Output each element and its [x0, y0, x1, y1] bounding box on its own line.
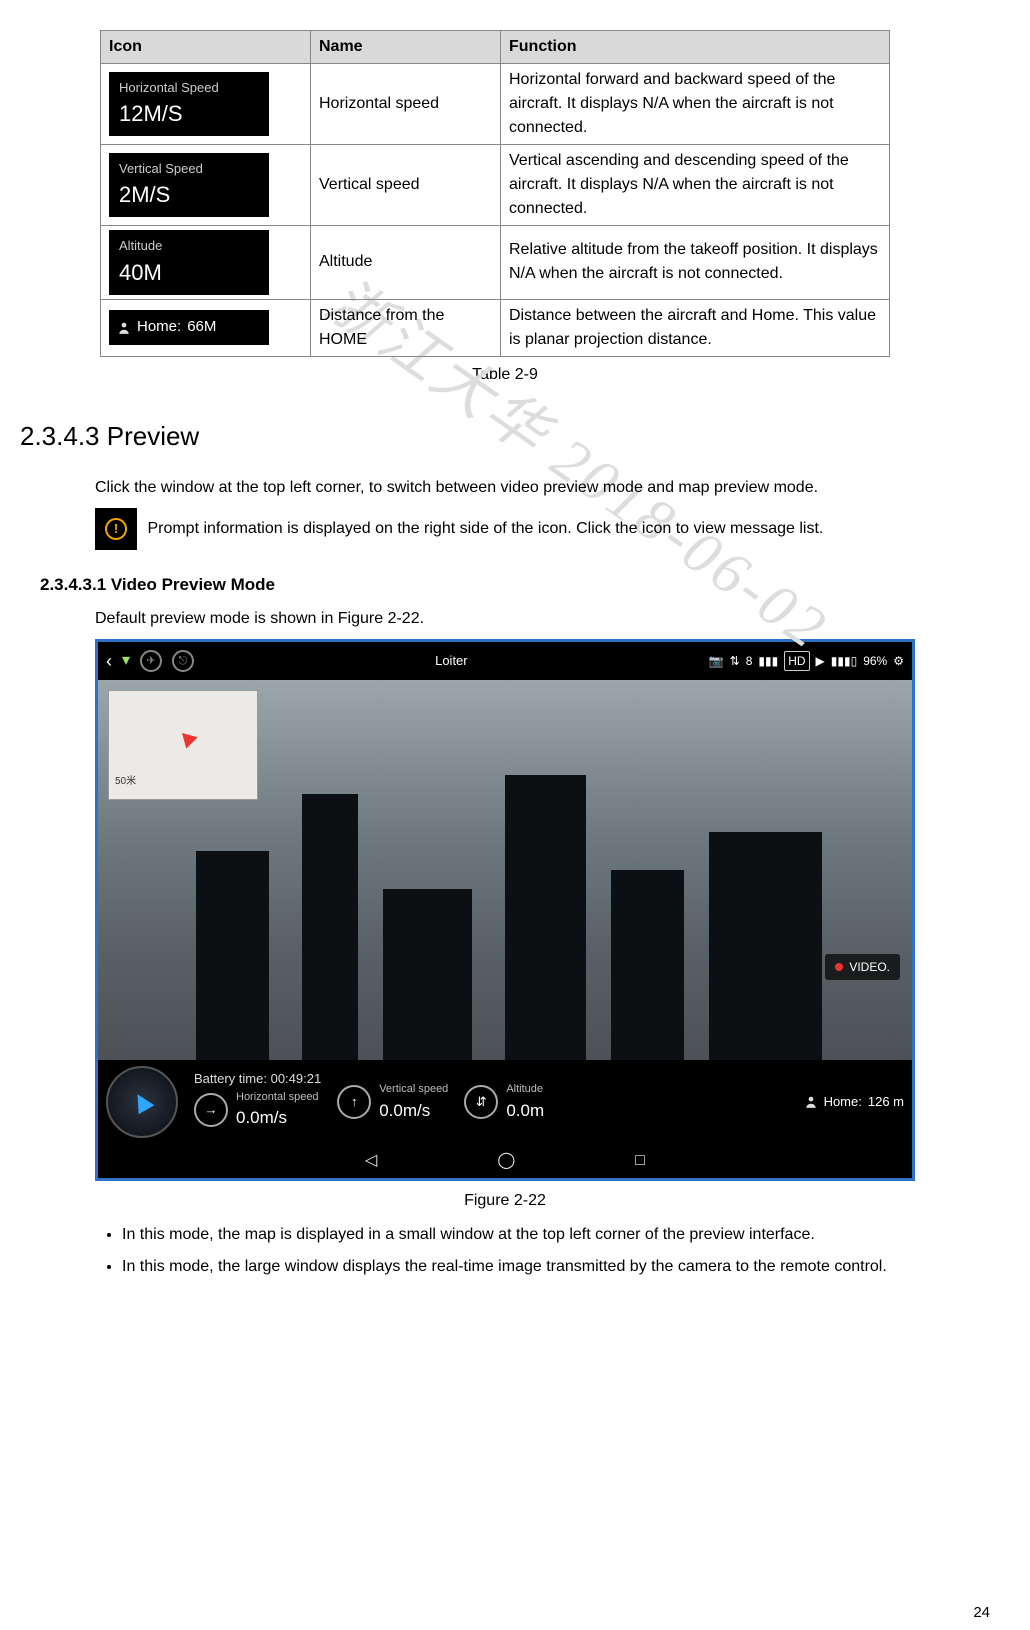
battery-percent: 96% — [863, 652, 887, 670]
list-item: In this mode, the map is displayed in a … — [122, 1223, 900, 1247]
drone-status-icon[interactable]: ✈ — [140, 650, 162, 672]
table-caption: Table 2-9 — [20, 363, 990, 387]
video-badge-label: VIDEO. — [849, 958, 890, 976]
flight-hud-bar: Battery time: 00:49:21 → Horizontal spee… — [98, 1060, 912, 1144]
vs-label: Vertical speed — [379, 1081, 448, 1098]
vs-ring-icon: ↑ — [337, 1085, 371, 1119]
header-function: Function — [501, 31, 890, 64]
table-row: Altitude 40M Altitude Relative altitude … — [101, 226, 890, 300]
satellite-count: 8 — [746, 652, 753, 670]
name-cell: Horizontal speed — [311, 64, 501, 145]
mini-map-window[interactable]: 50米 — [108, 690, 258, 800]
hud-home-distance: Home: 126 m — [804, 1092, 904, 1112]
list-item: In this mode, the large window displays … — [122, 1255, 900, 1279]
battery-icon: ▮▮▮▯ — [831, 652, 857, 670]
subsection-heading-video-preview: 2.3.4.3.1 Video Preview Mode — [40, 572, 990, 598]
icon-value: 66M — [187, 316, 216, 339]
name-cell: Vertical speed — [311, 145, 501, 226]
person-icon — [117, 321, 131, 335]
table-row: Home: 66M Distance from the HOME Distanc… — [101, 299, 890, 356]
android-navbar: ◁ ◯ □ — [98, 1144, 912, 1178]
video-recording-badge[interactable]: VIDEO. — [825, 954, 900, 980]
function-cell: Vertical ascending and descending speed … — [501, 145, 890, 226]
icon-value: 2M/S — [119, 178, 259, 211]
alt-value: 0.0m — [506, 1101, 544, 1120]
record-dot-icon — [835, 963, 843, 971]
icon-description-table: Icon Name Function Horizontal Speed 12M/… — [100, 30, 890, 357]
paragraph-prompt-info: Prompt information is displayed on the r… — [95, 508, 915, 550]
function-cell: Relative altitude from the takeoff posit… — [501, 226, 890, 300]
icon-cell: Horizontal Speed 12M/S — [101, 64, 311, 145]
home-label: Home: — [824, 1092, 862, 1112]
settings-icon[interactable]: ⚙ — [893, 652, 904, 670]
section-heading-preview: 2.3.4.3 Preview — [20, 417, 990, 456]
figure-2-22: ‹ ▾ ✈ ⎋ Loiter 📷 ⇅ 8 ▮▮▮ HD ▶ ▮▮▮▯ 96% ⚙… — [95, 639, 915, 1181]
video-preview-area[interactable]: 50米 VIDEO. — [98, 680, 912, 1060]
name-cell: Distance from the HOME — [311, 299, 501, 356]
icon-value: 12M/S — [119, 97, 259, 130]
nav-back-icon[interactable]: ◁ — [365, 1149, 377, 1173]
alt-ring-icon: ⇵ — [464, 1085, 498, 1119]
icon-cell: Altitude 40M — [101, 226, 311, 300]
bullet-list: In this mode, the map is displayed in a … — [100, 1223, 900, 1279]
hd-badge: HD — [784, 651, 809, 671]
icon-value: 40M — [119, 256, 259, 289]
horizontal-speed-icon: Horizontal Speed 12M/S — [109, 72, 269, 137]
app-topbar: ‹ ▾ ✈ ⎋ Loiter 📷 ⇅ 8 ▮▮▮ HD ▶ ▮▮▮▯ 96% ⚙ — [98, 642, 912, 680]
hs-ring-icon: → — [194, 1093, 228, 1127]
altitude-icon: Altitude 40M — [109, 230, 269, 295]
vertical-speed-icon: Vertical Speed 2M/S — [109, 153, 269, 218]
battery-time-value: 00:49:21 — [271, 1071, 322, 1086]
icon-cell: Home: 66M — [101, 299, 311, 356]
vs-value: 0.0m/s — [379, 1101, 430, 1120]
camera-icon[interactable]: 📷 — [709, 652, 724, 670]
hs-label: Horizontal speed — [236, 1089, 319, 1106]
signal-bars-icon: ▮▮▮ — [758, 652, 778, 670]
header-name: Name — [311, 31, 501, 64]
prompt-info-icon[interactable] — [95, 508, 137, 550]
table-header-row: Icon Name Function — [101, 31, 890, 64]
icon-label: Altitude — [119, 236, 259, 256]
battery-time-label: Battery time: — [194, 1071, 267, 1086]
rc-status-icon[interactable]: ⎋ — [172, 650, 194, 672]
table-row: Vertical Speed 2M/S Vertical speed Verti… — [101, 145, 890, 226]
function-cell: Distance between the aircraft and Home. … — [501, 299, 890, 356]
home-distance-icon: Home: 66M — [109, 310, 269, 345]
name-cell: Altitude — [311, 226, 501, 300]
hs-value: 0.0m/s — [236, 1108, 287, 1127]
icon-label: Home: — [137, 316, 181, 339]
nav-home-icon[interactable]: ◯ — [497, 1149, 515, 1173]
icon-cell: Vertical Speed 2M/S — [101, 145, 311, 226]
attitude-indicator[interactable] — [106, 1066, 178, 1138]
record-icon[interactable]: ▶ — [816, 652, 825, 670]
heading-arrow-icon — [130, 1090, 155, 1115]
paragraph-preview-intro: Click the window at the top left corner,… — [95, 476, 915, 500]
header-icon: Icon — [101, 31, 311, 64]
table-row: Horizontal Speed 12M/S Horizontal speed … — [101, 64, 890, 145]
function-cell: Horizontal forward and backward speed of… — [501, 64, 890, 145]
person-icon — [804, 1095, 818, 1109]
hud-horizontal-speed: → Horizontal speed 0.0m/s — [194, 1089, 321, 1131]
figure-caption: Figure 2-22 — [20, 1189, 990, 1213]
alt-label: Altitude — [506, 1081, 544, 1098]
signal-icon: ▾ — [122, 649, 130, 673]
icon-label: Vertical Speed — [119, 159, 259, 179]
flight-mode-label: Loiter — [202, 651, 701, 671]
hud-altitude: ⇵ Altitude 0.0m — [464, 1081, 544, 1123]
home-value: 126 m — [868, 1092, 904, 1112]
back-icon[interactable]: ‹ — [106, 648, 112, 675]
link-icon: ⇅ — [730, 652, 740, 670]
map-aircraft-marker — [176, 727, 197, 748]
paragraph-prompt-text: Prompt information is displayed on the r… — [147, 520, 823, 537]
nav-recents-icon[interactable]: □ — [635, 1149, 645, 1173]
page-number: 24 — [973, 1602, 990, 1625]
icon-label: Horizontal Speed — [119, 78, 259, 98]
paragraph-default-preview: Default preview mode is shown in Figure … — [95, 607, 915, 631]
map-scale-label: 50米 — [115, 774, 136, 789]
hud-vertical-speed: ↑ Vertical speed 0.0m/s — [337, 1081, 448, 1123]
